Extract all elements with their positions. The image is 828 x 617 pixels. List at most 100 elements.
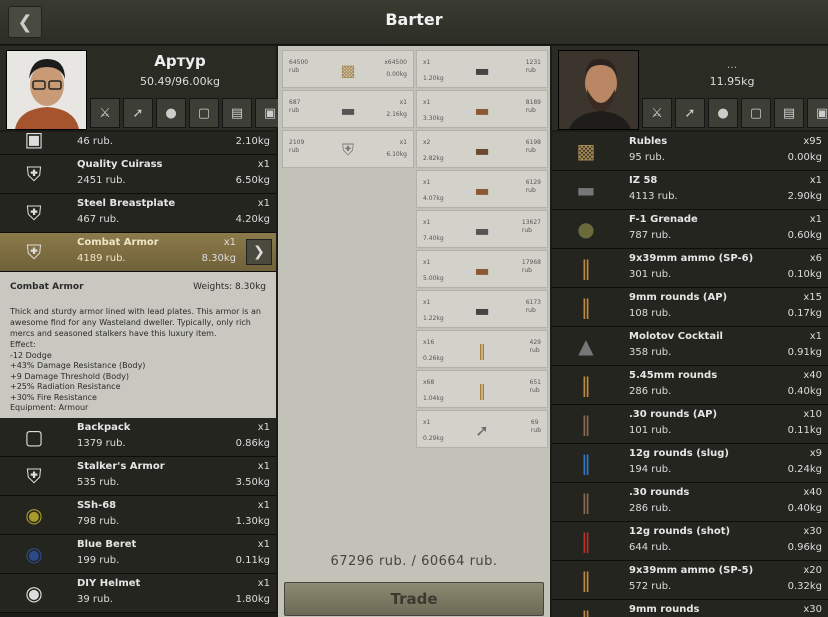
backpack-icon: ▢ xyxy=(749,105,763,121)
shell-icon: ‖ xyxy=(581,451,591,475)
top-bar: ❮ Barter xyxy=(0,0,828,45)
molotov-icon: ▲ xyxy=(578,334,594,358)
list-item[interactable]: ‖ .30 rounds (AP) 101 rub. x10 0.11kg xyxy=(552,405,828,444)
box-filter-button[interactable]: ▣ xyxy=(807,98,828,128)
helmet-icon: ◉ xyxy=(25,503,43,527)
rifle-icon: ▬ xyxy=(474,260,490,280)
rifle-icon: ▬ xyxy=(474,180,490,200)
player-header: Артур 50.49/96.00kg ⚔ ➚ ● ▢ ▤ ▣ xyxy=(0,46,285,130)
rubles-icon: ▩ xyxy=(576,139,596,163)
ammo-icon: ‖ xyxy=(581,256,591,280)
list-item[interactable]: ▬ IZ 58 4113 rub. x1 2.90kg xyxy=(552,171,828,210)
list-item[interactable]: ‖ 12g rounds (slug) 194 rub. x9 0.24kg xyxy=(552,444,828,483)
list-item[interactable]: ‖ 9mm rounds x30 xyxy=(552,600,828,617)
offer-item-trader[interactable]: x1 5.00kg ▬ 17968 rub xyxy=(416,250,548,288)
list-item[interactable]: ⛨ Quality Cuirass 2451 rub. x1 6.50kg xyxy=(0,155,276,194)
shotgun-icon: ▬ xyxy=(340,100,356,120)
list-item[interactable]: ‖ 9mm rounds (AP) 108 rub. x15 0.17kg xyxy=(552,288,828,327)
shotgun-icon: ▬ xyxy=(576,178,596,202)
backpack-filter-button[interactable]: ▢ xyxy=(189,98,219,128)
rifle-icon: ▬ xyxy=(474,100,490,120)
weapons-icon: ⚔ xyxy=(99,105,111,121)
box-icon: ▣ xyxy=(815,105,828,121)
breastplate-icon: ⛨ xyxy=(26,201,42,225)
smg-icon: ▬ xyxy=(474,140,490,160)
ammo-icon: ‖ xyxy=(581,412,591,436)
list-item[interactable]: ▲ Molotov Cocktail 358 rub. x1 0.91kg xyxy=(552,327,828,366)
trader-avatar xyxy=(558,50,639,130)
cuirass-icon: ⛨ xyxy=(26,162,42,186)
offer-item-trader[interactable]: x1 4.07kg ▬ 6129 rub xyxy=(416,170,548,208)
list-item[interactable]: ● F-1 Grenade 787 rub. x1 0.60kg xyxy=(552,210,828,249)
trader-header: ... 11.95kg ⚔ ➚ ● ▢ ▤ ▣ xyxy=(552,46,828,130)
trader-name: ... xyxy=(726,58,738,71)
backpack-icon: ▢ xyxy=(197,105,211,121)
ammo-icon: ‖ xyxy=(478,380,486,400)
move-item-button[interactable]: ❯ xyxy=(246,239,272,265)
list-item[interactable]: ▢ Backpack 1379 rub. x1 0.86kg xyxy=(0,418,276,457)
list-item[interactable]: ⛨ Steel Breastplate 467 rub. x1 4.20kg xyxy=(0,194,276,233)
description-effects: Effect: -12 Dodge +43% Damage Resistance… xyxy=(10,340,146,412)
offer-item-trader[interactable]: x1 1.20kg ▬ 1231 rub xyxy=(416,50,548,88)
list-item[interactable]: ▣ 46 rub. 2.10kg xyxy=(0,132,276,155)
list-item[interactable]: ‖ 9x39mm ammo (SP-6) 301 rub. x6 0.10kg xyxy=(552,249,828,288)
grenade-filter-button[interactable]: ● xyxy=(708,98,738,128)
weapons-filter-button[interactable]: ⚔ xyxy=(90,98,120,128)
grenade-icon: ● xyxy=(577,217,595,241)
list-item[interactable]: ‖ .30 rounds 286 rub. x40 0.40kg xyxy=(552,483,828,522)
list-item[interactable]: ◉ Blue Beret 199 rub. x1 0.11kg xyxy=(0,535,276,574)
box-icon: ▣ xyxy=(263,105,277,121)
item-description-panel: Combat Armor Weights: 8.30kg Thick and s… xyxy=(0,272,276,418)
offer-item-trader[interactable]: x1 1.22kg ▬ 6173 rub xyxy=(416,290,548,328)
trade-area: 64500 rub ▩ x64500 0.00kg 687 rub ▬ x1 2.1… xyxy=(278,46,550,617)
list-item[interactable]: ◉ DIY Helmet 39 rub. x1 1.80kg xyxy=(0,574,276,613)
player-inventory-list[interactable]: ▣ 46 rub. 2.10kg ⛨ Quality Cuirass 2451 … xyxy=(0,132,276,617)
weapons-filter-button[interactable]: ⚔ xyxy=(642,98,672,128)
offer-item-trader[interactable]: x1 7.40kg ▬ 13627 rub xyxy=(416,210,548,248)
grenade-icon: ● xyxy=(717,105,729,121)
melee-filter-button[interactable]: ➚ xyxy=(675,98,705,128)
list-item[interactable]: ◉ SSh-68 798 rub. x1 1.30kg xyxy=(0,496,276,535)
vest-icon: ⛨ xyxy=(341,140,354,159)
offer-item-trader[interactable]: x2 2.82kg ▬ 6198 rub xyxy=(416,130,548,168)
weapons-icon: ⚔ xyxy=(651,105,663,121)
player-avatar xyxy=(6,50,87,130)
armor-icon: ▣ xyxy=(24,132,44,151)
description-title: Combat Armor xyxy=(10,282,84,292)
book-filter-button[interactable]: ▤ xyxy=(222,98,252,128)
ammo-icon: ‖ xyxy=(478,340,486,360)
ammo-icon: ‖ xyxy=(581,295,591,319)
list-item[interactable]: ▩ Rubles 95 rub. x95 0.00kg xyxy=(552,132,828,171)
offer-item-trader[interactable]: x16 0.26kg ‖ 429 rub xyxy=(416,330,548,368)
trader-inventory-list[interactable]: ▩ Rubles 95 rub. x95 0.00kg ▬ IZ 58 4113… xyxy=(552,132,828,617)
list-item[interactable]: ‖ 12g rounds (shot) 644 rub. x30 0.96kg xyxy=(552,522,828,561)
description-text: Thick and sturdy armor lined with lead p… xyxy=(10,307,261,338)
grenade-filter-button[interactable]: ● xyxy=(156,98,186,128)
selected-list-item[interactable]: ⛨ Combat Armor 4189 rub. x1 8.30kg ❯ xyxy=(0,233,276,272)
offer-item-trader[interactable]: x1 0.29kg ➚ 69 rub xyxy=(416,410,548,448)
melee-filter-button[interactable]: ➚ xyxy=(123,98,153,128)
offer-item-player[interactable]: 64500 rub ▩ x64500 0.00kg xyxy=(282,50,414,88)
pistol-icon: ▬ xyxy=(474,300,490,320)
list-item[interactable]: ‖ 9x39mm ammo (SP-5) 572 rub. x20 0.32kg xyxy=(552,561,828,600)
ammo-icon: ‖ xyxy=(581,568,591,592)
combat-armor-icon: ⛨ xyxy=(26,240,42,264)
offer-item-trader[interactable]: x1 3.30kg ▬ 8189 rub xyxy=(416,90,548,128)
helmet-icon: ◉ xyxy=(25,581,43,605)
offer-item-player[interactable]: 2109 rub ⛨ x1 6.10kg xyxy=(282,130,414,168)
trader-filter-bar: ⚔ ➚ ● ▢ ▤ ▣ xyxy=(642,98,828,128)
book-filter-button[interactable]: ▤ xyxy=(774,98,804,128)
trade-button[interactable]: Trade xyxy=(284,582,544,616)
beret-icon: ◉ xyxy=(25,542,43,566)
list-item[interactable]: ‖ 5.45mm rounds 286 rub. x40 0.40kg xyxy=(552,366,828,405)
description-weight: Weights: 8.30kg xyxy=(193,282,266,292)
grenade-icon: ● xyxy=(165,105,177,121)
book-icon: ▤ xyxy=(230,105,244,121)
list-item[interactable]: ⛨ Stalker's Armor 535 rub. x1 3.50kg xyxy=(0,457,276,496)
backpack-filter-button[interactable]: ▢ xyxy=(741,98,771,128)
offer-item-player[interactable]: 687 rub ▬ x1 2.16kg xyxy=(282,90,414,128)
trade-totals: 67296 rub. / 60664 rub. xyxy=(330,554,498,569)
player-name: Артур xyxy=(154,52,206,70)
offer-item-trader[interactable]: x68 1.04kg ‖ 651 rub xyxy=(416,370,548,408)
ammo-icon: ‖ xyxy=(566,604,606,617)
